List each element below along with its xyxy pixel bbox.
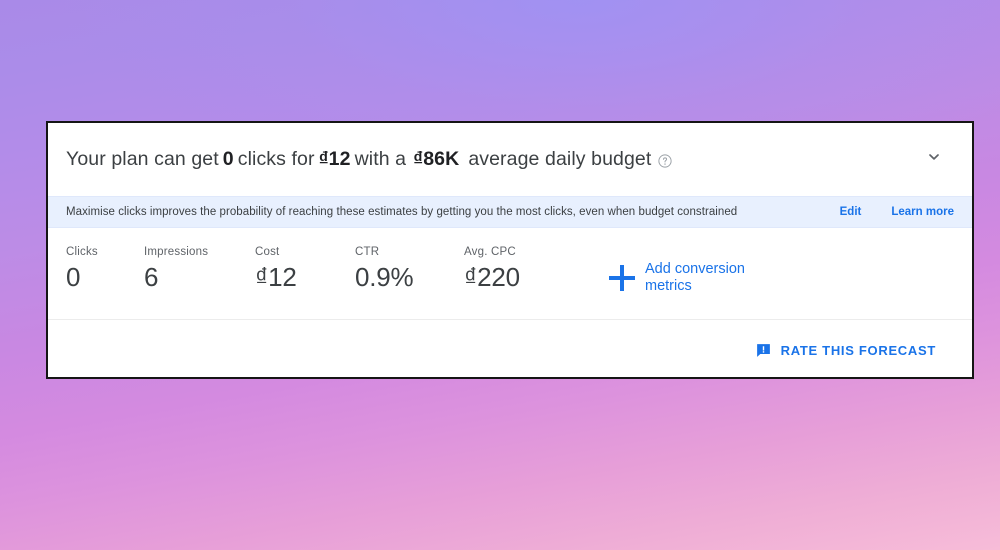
- chevron-down-icon: [924, 147, 944, 172]
- headline-budget-value: ₫86K: [413, 148, 460, 170]
- add-conversion-metrics-button[interactable]: Add conversion metrics: [609, 261, 763, 295]
- learn-more-link[interactable]: Learn more: [891, 206, 954, 218]
- metric-clicks: Clicks 0: [66, 246, 98, 291]
- metric-ctr-value: 0.9%: [355, 262, 414, 292]
- headline-cost-value: ₫12: [318, 148, 351, 170]
- metric-avg-cpc-label: Avg. CPC: [464, 246, 516, 258]
- headline-prefix: Your plan can get: [66, 148, 219, 170]
- plus-icon: [609, 265, 635, 291]
- forecast-headline: Your plan can get 0 clicks for ₫12 with …: [66, 148, 914, 171]
- add-conversion-metrics-label: Add conversion metrics: [645, 261, 745, 294]
- metric-avg-cpc-value: ₫220: [464, 262, 520, 292]
- headline-mid: clicks for: [237, 148, 315, 170]
- metric-ctr: CTR 0.9%: [355, 246, 414, 292]
- help-circle-icon[interactable]: [658, 153, 672, 168]
- card-footer: RATE THIS FORECAST: [48, 320, 972, 377]
- card-header: Your plan can get 0 clicks for ₫12 with …: [48, 123, 972, 196]
- metric-clicks-value: 0: [66, 262, 81, 292]
- metric-impressions-value: 6: [144, 262, 159, 292]
- metric-cost-label: Cost: [255, 246, 280, 258]
- strategy-info-message: Maximise clicks improves the probability…: [66, 206, 738, 218]
- headline-clicks-value: 0: [222, 148, 234, 170]
- headline-with: with a: [354, 148, 407, 170]
- rate-this-forecast-label: RATE THIS FORECAST: [780, 342, 936, 358]
- metric-clicks-label: Clicks: [66, 246, 98, 258]
- metrics-row: Clicks 0 Impressions 6 Cost ₫12 CTR 0.9%…: [48, 228, 972, 319]
- strategy-info-band: Maximise clicks improves the probability…: [48, 196, 972, 228]
- edit-link[interactable]: Edit: [840, 206, 862, 218]
- metric-ctr-label: CTR: [355, 246, 380, 258]
- feedback-icon: [755, 342, 772, 359]
- metric-avg-cpc: Avg. CPC ₫220: [464, 246, 520, 291]
- metric-cost: Cost ₫12: [255, 246, 297, 291]
- rate-this-forecast-button[interactable]: RATE THIS FORECAST: [743, 333, 948, 368]
- collapse-toggle-button[interactable]: [914, 140, 954, 180]
- forecast-card: Your plan can get 0 clicks for ₫12 with …: [46, 121, 974, 379]
- metric-impressions: Impressions 6: [144, 246, 208, 291]
- headline-suffix: average daily budget: [468, 148, 652, 170]
- metric-cost-value: ₫12: [255, 262, 297, 292]
- metric-impressions-label: Impressions: [144, 246, 209, 258]
